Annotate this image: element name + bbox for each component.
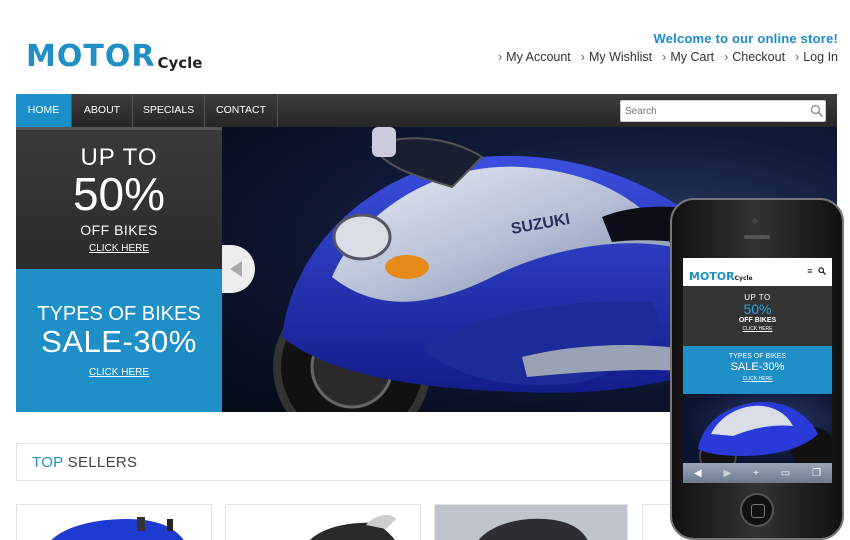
promo-click-here-link[interactable]: CLICK HERE (89, 243, 149, 254)
promo-types-of-bikes: TYPES OF BIKES (37, 303, 201, 325)
phone-speaker (744, 235, 770, 239)
phone-home-button[interactable] (740, 493, 774, 527)
promo-percent: 50% (72, 168, 166, 220)
phone-camera (752, 218, 758, 224)
my-cart-link[interactable]: › My Cart (662, 50, 714, 64)
forward-icon[interactable]: ▶ (723, 468, 731, 479)
bookmarks-icon[interactable]: ▭ (781, 468, 790, 479)
product-bike-image (310, 515, 396, 540)
menu-icon[interactable]: ≡ (807, 266, 812, 276)
account-links: › My Account › My Wishlist › My Cart › Check… (498, 50, 838, 64)
promo-sale-click-here-link[interactable]: CLICK HERE (89, 367, 149, 378)
my-wishlist-link[interactable]: › My Wishlist (581, 50, 652, 64)
welcome-message: Welcome to our online store! (653, 31, 838, 46)
tabs-icon[interactable]: ❐ (812, 468, 821, 479)
back-icon[interactable]: ◀ (694, 468, 702, 479)
nav-contact[interactable]: CONTACT (205, 94, 278, 127)
phone-browser-toolbar: ◀ ▶ + ▭ ❐ (683, 463, 832, 483)
phone-sale-click-here-link[interactable]: CLICK HERE (683, 376, 832, 382)
phone-hero-image (683, 394, 832, 463)
product-card[interactable] (16, 504, 212, 540)
nav-specials[interactable]: SPECIALS (133, 94, 205, 127)
phone-logo: MOTORCycle (689, 270, 753, 283)
search-icon[interactable] (810, 104, 824, 118)
phone-header-icons: ≡ (807, 266, 826, 276)
add-icon[interactable]: + (753, 468, 759, 479)
phone-promo-sale: TYPES OF BIKES SALE-30% CLICK HERE (683, 346, 832, 394)
phone-promo-50: UP TO 50% OFF BIKES CLICK HERE (683, 286, 832, 346)
checkout-link[interactable]: › Checkout (724, 50, 785, 64)
promo-50-off: UP TO 50% OFF BIKES CLICK HERE (16, 127, 222, 269)
logo-cycle-text: Cycle (157, 54, 203, 72)
phone-click-here-link[interactable]: CLICK HERE (683, 326, 832, 332)
promo-sale-text: SALE-30% (41, 324, 197, 359)
phone-motorcycle-illustration (698, 402, 832, 463)
product-bike-image (478, 518, 588, 540)
search-input[interactable] (620, 100, 826, 122)
site-logo[interactable]: MOTOR Cycle (26, 38, 203, 74)
nav-about[interactable]: ABOUT (72, 94, 133, 127)
phone-search-icon[interactable] (818, 267, 826, 275)
product-card[interactable] (434, 504, 628, 540)
top-sellers-heading-box: TOP SELLERS (16, 443, 696, 481)
log-in-link[interactable]: › Log In (795, 50, 838, 64)
product-bike-image (51, 517, 184, 540)
logo-motor-text: MOTOR (26, 39, 156, 74)
main-nav: HOME ABOUT SPECIALS CONTACT (16, 94, 837, 127)
nav-home[interactable]: HOME (16, 94, 72, 127)
product-card[interactable] (225, 504, 421, 540)
promo-off-bikes: OFF BIKES (80, 222, 158, 238)
my-account-link[interactable]: › My Account (498, 50, 571, 64)
phone-screen: MOTORCycle ≡ UP TO 50% OFF BIKES CLICK H… (683, 258, 832, 483)
promo-sale-30: TYPES OF BIKES SALE-30% CLICK HERE (16, 269, 222, 412)
top-sellers-title: TOP SELLERS (32, 454, 138, 471)
